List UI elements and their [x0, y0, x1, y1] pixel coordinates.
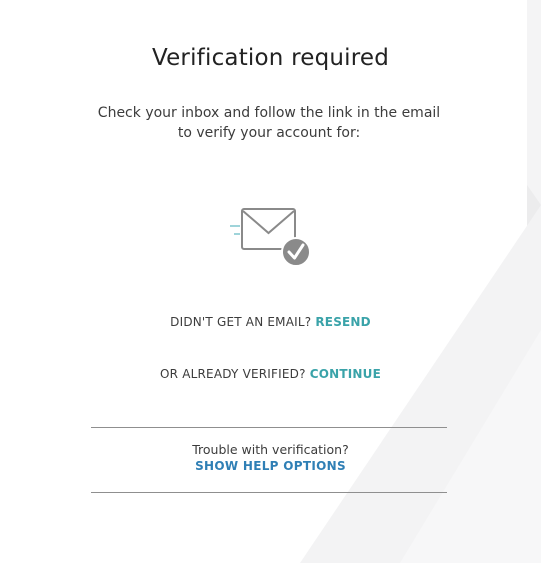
- continue-row: OR ALREADY VERIFIED? CONTINUE: [0, 367, 541, 381]
- show-help-options-link[interactable]: SHOW HELP OPTIONS: [0, 459, 541, 473]
- page-title: Verification required: [151, 45, 390, 71]
- resend-link[interactable]: RESEND: [315, 315, 370, 329]
- trouble-text: Trouble with verification?: [192, 442, 349, 457]
- continue-prompt: OR ALREADY VERIFIED?: [160, 367, 306, 381]
- continue-link[interactable]: CONTINUE: [310, 367, 381, 381]
- resend-row: DIDN'T GET AN EMAIL? RESEND: [0, 315, 541, 329]
- instruction-text: Check your inbox and follow the link in …: [97, 105, 441, 141]
- divider-bottom: [91, 492, 447, 493]
- envelope-check-icon: [230, 208, 311, 267]
- verification-card: Verification required Check your inbox a…: [0, 0, 541, 563]
- divider-top: [91, 427, 447, 428]
- resend-prompt: DIDN'T GET AN EMAIL?: [170, 315, 312, 329]
